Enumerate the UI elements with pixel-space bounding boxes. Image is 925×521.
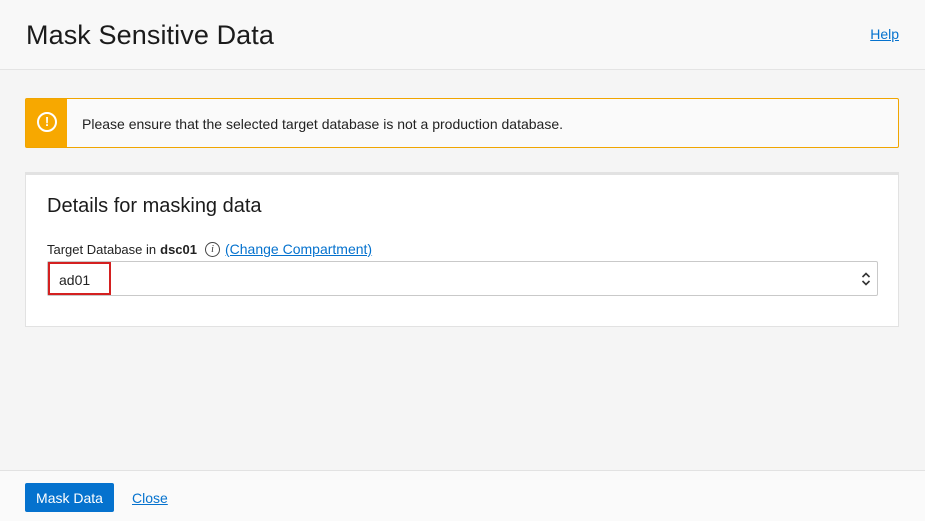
alert-message: Please ensure that the selected target d… bbox=[82, 116, 563, 132]
chevron-up-down-icon bbox=[861, 272, 871, 286]
warning-alert: ! Please ensure that the selected target… bbox=[25, 98, 899, 148]
info-icon[interactable]: i bbox=[205, 241, 220, 257]
selected-database-value: ad01 bbox=[48, 262, 111, 295]
mask-data-button[interactable]: Mask Data bbox=[25, 483, 114, 512]
target-database-label: Target Database in dsc01 i (Change Compa… bbox=[47, 241, 372, 257]
details-card: Details for masking data Target Database… bbox=[25, 172, 899, 327]
warning-icon: ! bbox=[37, 112, 57, 132]
alert-strip: ! bbox=[26, 99, 67, 147]
close-link[interactable]: Close bbox=[132, 490, 168, 506]
page-title: Mask Sensitive Data bbox=[26, 20, 274, 50]
page-header: Mask Sensitive Data Help bbox=[0, 0, 925, 70]
page-footer: Mask Data Close bbox=[0, 470, 925, 521]
target-database-select[interactable]: ad01 bbox=[47, 261, 878, 296]
help-link[interactable]: Help bbox=[870, 26, 899, 42]
compartment-name: dsc01 bbox=[160, 241, 197, 257]
field-label-text: Target Database in bbox=[47, 241, 157, 257]
change-compartment-link[interactable]: (Change Compartment) bbox=[225, 241, 372, 257]
details-title: Details for masking data bbox=[47, 195, 262, 217]
main-content: ! Please ensure that the selected target… bbox=[0, 71, 925, 470]
